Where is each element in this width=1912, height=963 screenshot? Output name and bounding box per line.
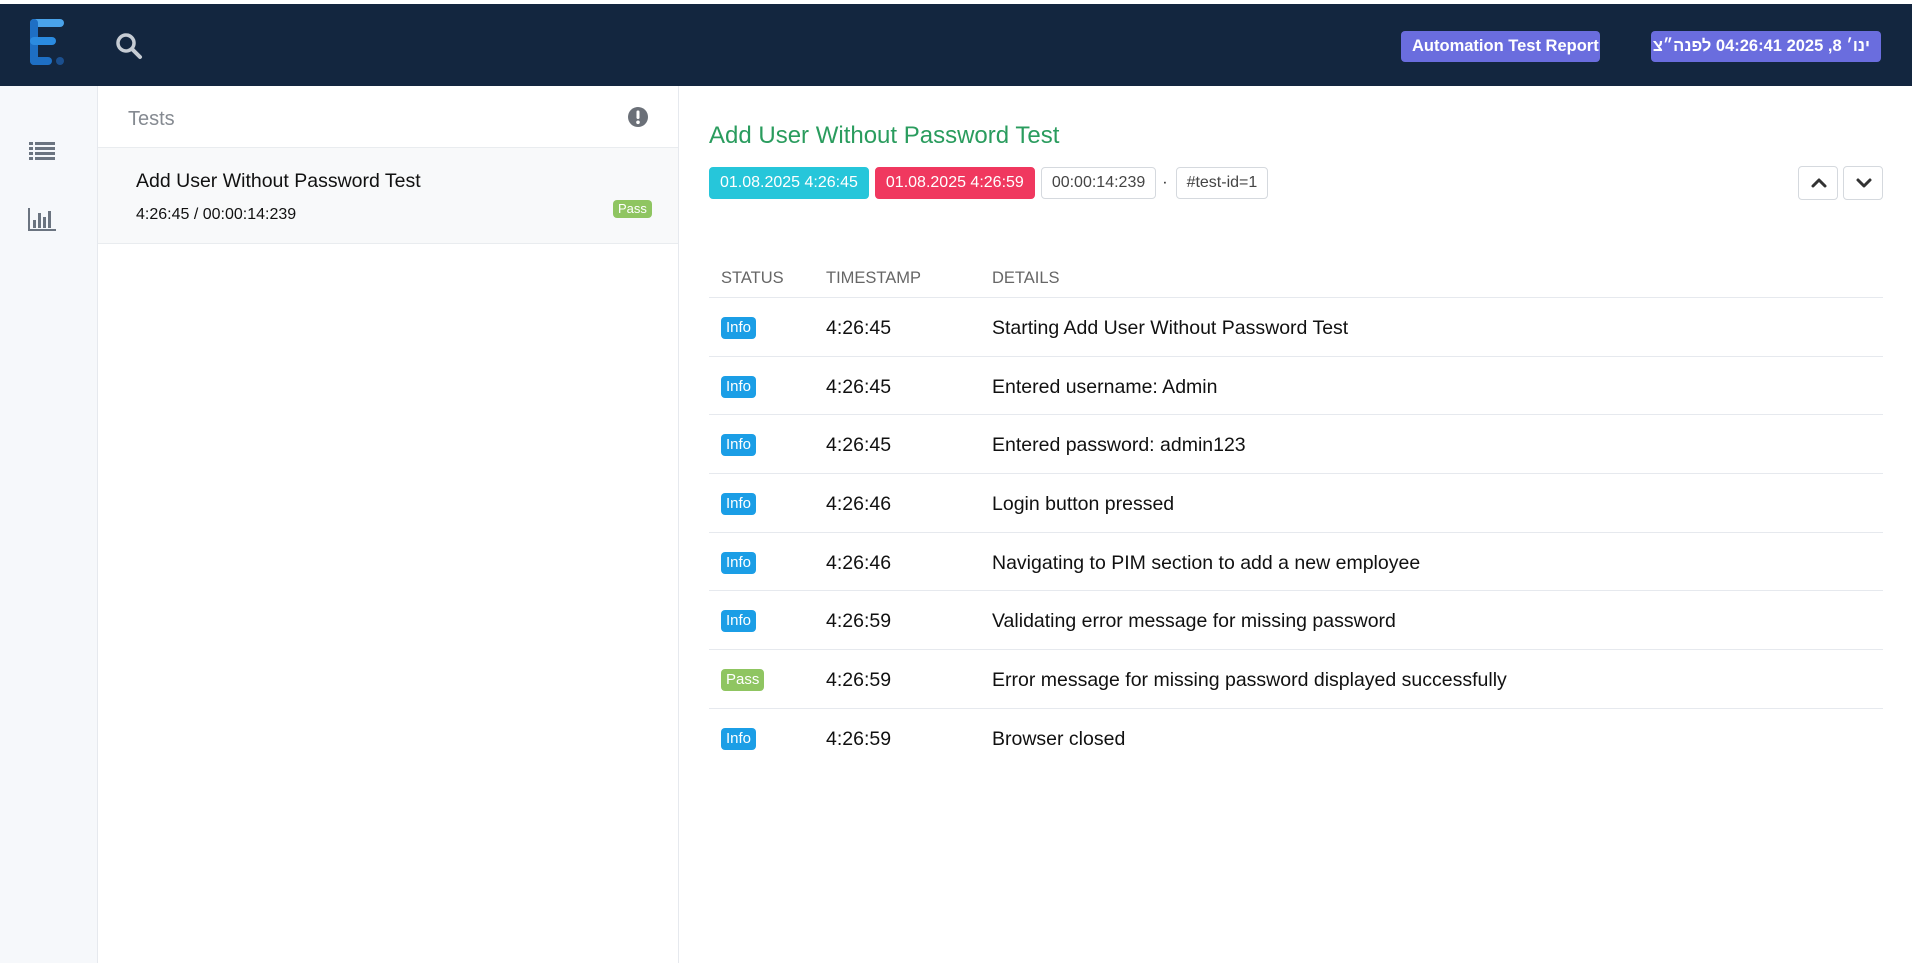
log-timestamp: 4:26:46 (826, 493, 892, 516)
test-list-header: Tests (98, 86, 678, 148)
test-time: 4:26:45 / 00:00:14:239 (136, 206, 297, 223)
log-status-badge: Info (721, 493, 757, 516)
side-navigation (0, 86, 98, 963)
log-details: Error message for missing password displ… (992, 669, 1507, 692)
log-timestamp: 4:26:59 (826, 727, 892, 750)
log-row: Info 4:26:45 Starting Add User Without P… (709, 298, 1883, 357)
log-row: Info 4:26:45 Entered username: Admin (709, 357, 1883, 416)
status-badge: Pass (613, 200, 652, 218)
log-status-badge: Info (721, 610, 757, 633)
dashboard-nav[interactable] (24, 200, 60, 236)
bar-chart-icon (24, 208, 60, 240)
log-status-badge: Info (721, 317, 757, 339)
start-time-chip: 01.08.2025 4:26:45 (709, 167, 869, 199)
log-table-header: STATUS TIMESTAMP DETAILS (709, 254, 1883, 298)
log-row: Pass 4:26:59 Error message for missing p… (709, 650, 1883, 709)
previous-test-button[interactable] (1798, 166, 1838, 200)
chevron-down-icon (1856, 178, 1872, 188)
log-timestamp: 4:26:45 (826, 317, 892, 339)
duration-chip: 00:00:14:239 (1040, 167, 1157, 199)
log-status-badge: Pass (721, 669, 765, 692)
exclamation-circle-icon[interactable] (627, 106, 649, 128)
log-table: STATUS TIMESTAMP DETAILS Info 4:26:45 St… (709, 254, 1883, 768)
report-title-badge: Automation Test Report (1401, 31, 1600, 62)
log-timestamp: 4:26:46 (826, 551, 892, 574)
status-column-header: STATUS (721, 269, 784, 287)
test-detail-panel: Add User Without Password Test 01.08.202… (679, 86, 1912, 963)
log-timestamp: 4:26:59 (826, 610, 892, 633)
log-details: Login button pressed (992, 493, 1175, 516)
log-details: Entered password: admin123 (992, 434, 1246, 457)
chevron-up-icon (1811, 178, 1827, 188)
log-details: Navigating to PIM section to add a new e… (992, 551, 1421, 574)
log-row: Info 4:26:46 Navigating to PIM section t… (709, 533, 1883, 592)
report-date-badge: ינו׳ 8, 2025 04:26:41 לפנה״צ (1651, 31, 1881, 62)
timestamp-column-header: TIMESTAMP (826, 269, 922, 287)
list-icon (24, 142, 60, 172)
test-list-panel: Tests Add User Without Password Test 4:2… (98, 86, 679, 963)
log-timestamp: 4:26:59 (826, 669, 892, 692)
log-status-badge: Info (721, 551, 757, 574)
details-column-header: DETAILS (992, 269, 1060, 287)
log-timestamp: 4:26:45 (826, 434, 892, 457)
log-table-body: Info 4:26:45 Starting Add User Without P… (709, 298, 1883, 768)
test-list-title: Tests (128, 108, 175, 130)
extent-logo[interactable] (28, 17, 68, 69)
log-status-badge: Info (721, 375, 757, 398)
chip-separator: · (1162, 174, 1168, 191)
log-row: Info 4:26:59 Browser closed (709, 709, 1883, 768)
test-list-item[interactable]: Add User Without Password Test 4:26:45 /… (98, 148, 678, 244)
test-id-chip: #test-id=1 (1175, 167, 1269, 199)
top-navbar: Automation Test Report ינו׳ 8, 2025 04:2… (0, 4, 1912, 86)
search-icon[interactable] (114, 31, 144, 61)
test-meta-chips: 01.08.2025 4:26:45 01.08.2025 4:26:59 00… (709, 167, 1274, 199)
log-details: Browser closed (992, 727, 1126, 750)
log-details: Validating error message for missing pas… (992, 610, 1396, 633)
log-status-badge: Info (721, 434, 757, 457)
log-row: Info 4:26:59 Validating error message fo… (709, 591, 1883, 651)
end-time-chip: 01.08.2025 4:26:59 (874, 167, 1035, 199)
log-row: Info 4:26:46 Login button pressed (709, 474, 1883, 533)
test-name: Add User Without Password Test (136, 170, 421, 192)
test-detail-title: Add User Without Password Test (709, 122, 1060, 149)
log-details: Starting Add User Without Password Test (992, 317, 1349, 339)
log-timestamp: 4:26:45 (826, 375, 892, 398)
log-details: Entered username: Admin (992, 375, 1218, 398)
log-status-badge: Info (721, 727, 757, 750)
next-test-button[interactable] (1843, 166, 1883, 200)
log-row: Info 4:26:45 Entered password: admin123 (709, 415, 1883, 475)
test-list-nav[interactable] (24, 132, 60, 168)
